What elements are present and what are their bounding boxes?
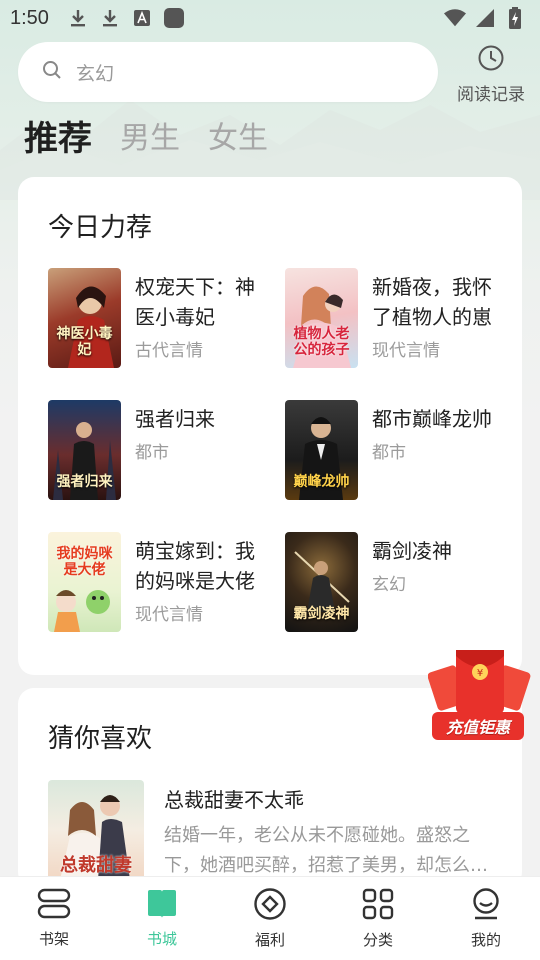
tab-female[interactable]: 女生: [208, 116, 268, 162]
section-title: 今日力荐: [48, 213, 153, 243]
book-title: 都市巅峰龙帅: [372, 407, 492, 431]
reading-history-button[interactable]: 阅读记录: [448, 44, 534, 105]
book-cover: 巅峰龙帅: [285, 400, 358, 500]
svg-text:¥: ¥: [477, 668, 483, 679]
book-genre: 都市: [135, 443, 169, 463]
book-item[interactable]: 巅峰龙帅 都市巅峰龙帅 都市: [285, 400, 515, 500]
nav-item-welfare[interactable]: 福利: [230, 887, 310, 950]
download-icon: [99, 7, 121, 29]
search-placeholder: 玄幻: [76, 62, 115, 85]
book-item[interactable]: 霸剑凌神 霸剑凌神 玄幻: [285, 532, 515, 632]
nav-item-category[interactable]: 分类: [338, 887, 418, 950]
book-title: 强者归来: [135, 407, 215, 431]
nav-item-profile[interactable]: 我的: [446, 887, 526, 950]
cover-title: 我的妈咪是大佬: [56, 546, 113, 578]
book-item[interactable]: 植物人老公的孩子 新婚夜，我怀了植物人的崽 现代言情: [285, 268, 515, 368]
book-cover: 我的妈咪是大佬: [48, 532, 121, 632]
clock-icon: [477, 44, 505, 76]
recharge-promo-button[interactable]: ¥ 充值钜惠: [428, 646, 532, 742]
battery-icon: [504, 7, 526, 29]
cover-title: 强者归来: [56, 474, 113, 490]
system-icons: [444, 7, 526, 29]
font-icon: [131, 7, 153, 29]
wifi-icon: [444, 7, 466, 29]
tab-male[interactable]: 男生: [120, 116, 180, 162]
book-cover: 植物人老公的孩子: [285, 268, 358, 368]
cover-title: 巅峰龙帅: [293, 474, 350, 490]
app-icon: [163, 7, 185, 29]
book-description: 结婚一年，老公从未不愿碰她。盛怒之下，她酒吧买醉，招惹了美男，却怎么也甩不掉……: [164, 825, 488, 876]
book-genre: 都市: [372, 443, 406, 463]
notification-icons: [67, 7, 185, 29]
nav-label: 分类: [362, 931, 393, 949]
book-cover: 霸剑凌神: [285, 532, 358, 632]
search-icon: [42, 60, 62, 84]
nav-label: 书城: [146, 930, 177, 948]
channel-tabs: 推荐 男生 女生: [24, 116, 268, 162]
book-genre: 古代言情: [135, 341, 203, 361]
nav-label: 福利: [254, 931, 285, 949]
status-bar: 1:50: [0, 0, 540, 36]
book-cover: 强者归来: [48, 400, 121, 500]
promo-label: 充值钜惠: [432, 712, 524, 740]
book-item[interactable]: 神医小毒妃 权宠天下：神医小毒妃 古代言情: [48, 268, 278, 368]
book-item[interactable]: 总裁甜妻 总裁甜妻不太乖 结婚一年，老公从未不愿碰她。盛怒之下，她酒吧买醉，招惹…: [48, 780, 498, 881]
bookshelf-icon: [36, 888, 72, 924]
cover-title: 总裁甜妻: [60, 855, 132, 876]
cover-title: 霸剑凌神: [293, 606, 350, 622]
nav-item-bookstore[interactable]: 书城: [122, 888, 202, 949]
book-title: 新婚夜，我怀了植物人的崽: [372, 275, 492, 329]
welfare-icon: [253, 887, 287, 925]
book-title: 权宠天下：神医小毒妃: [135, 275, 255, 329]
book-title: 霸剑凌神: [372, 539, 452, 563]
book-cover: 神医小毒妃: [48, 268, 121, 368]
nav-label: 我的: [470, 931, 501, 949]
section-title: 猜你喜欢: [48, 724, 153, 754]
book-item[interactable]: 强者归来 强者归来 都市: [48, 400, 278, 500]
nav-label: 书架: [38, 930, 69, 948]
tab-recommend[interactable]: 推荐: [24, 116, 92, 162]
book-genre: 玄幻: [372, 575, 406, 595]
cover-title: 植物人老公的孩子: [293, 326, 350, 358]
reading-history-label: 阅读记录: [457, 85, 525, 105]
bookstore-icon: [145, 888, 179, 924]
category-icon: [361, 887, 395, 925]
profile-icon: [469, 887, 503, 925]
bottom-nav: 书架 书城 福利 分类 我的: [0, 876, 540, 960]
download-icon: [67, 7, 89, 29]
book-cover: 总裁甜妻: [48, 780, 144, 880]
book-item[interactable]: 我的妈咪是大佬 萌宝嫁到：我的妈咪是大佬 现代言情: [48, 532, 278, 632]
nav-item-bookshelf[interactable]: 书架: [14, 888, 94, 949]
signal-icon: [474, 7, 496, 29]
book-genre: 现代言情: [372, 341, 440, 361]
today-picks-card: 今日力荐 神医小毒妃 权宠天下：神医小毒妃 古代言情 植物人老公的孩子 新婚夜，…: [18, 177, 522, 675]
book-title: 总裁甜妻不太乖: [164, 788, 304, 812]
cover-title: 神医小毒妃: [56, 326, 113, 358]
book-genre: 现代言情: [135, 605, 203, 625]
book-title: 萌宝嫁到：我的妈咪是大佬: [135, 539, 255, 593]
search-input[interactable]: 玄幻: [18, 42, 438, 102]
status-time: 1:50: [10, 6, 49, 29]
